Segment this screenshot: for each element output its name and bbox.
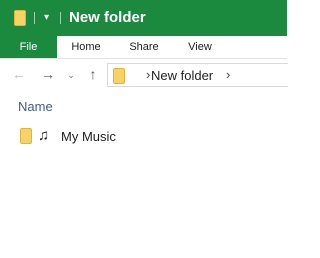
tab-share[interactable]: Share [120, 36, 168, 58]
recent-locations-chevron-icon[interactable]: ⌄ [64, 66, 78, 84]
folder-icon[interactable] [14, 10, 26, 31]
window-title: New folder [69, 9, 146, 26]
quick-access-divider [60, 12, 61, 24]
tab-view[interactable]: View [176, 36, 224, 58]
item-name: My Music [61, 129, 116, 144]
folder-icon [20, 128, 32, 149]
music-note-icon: ♫ [38, 127, 50, 144]
ribbon-tabs: File Home Share View [0, 36, 287, 59]
breadcrumb-chevron-icon[interactable]: › [226, 67, 230, 83]
address-bar[interactable]: › New folder › [107, 63, 288, 87]
tab-file[interactable]: File [0, 36, 57, 58]
breadcrumb-chevron-icon[interactable]: › [146, 67, 150, 83]
quick-access-divider [34, 12, 35, 24]
up-arrow-icon[interactable]: ↑ [84, 65, 102, 83]
navigation-bar: ← → ⌄ ↑ › New folder › [0, 59, 288, 91]
folder-icon [113, 68, 125, 89]
title-bar: ▾ New folder [0, 0, 287, 36]
customize-quick-access-icon[interactable]: ▾ [44, 12, 49, 24]
column-header-name[interactable]: Name [18, 99, 53, 115]
breadcrumb-new-folder[interactable]: New folder [151, 68, 213, 84]
back-arrow-icon[interactable]: ← [10, 65, 28, 83]
list-item[interactable]: ♫ My Music [18, 127, 198, 149]
tab-home[interactable]: Home [60, 36, 112, 58]
forward-arrow-icon[interactable]: → [38, 65, 58, 83]
